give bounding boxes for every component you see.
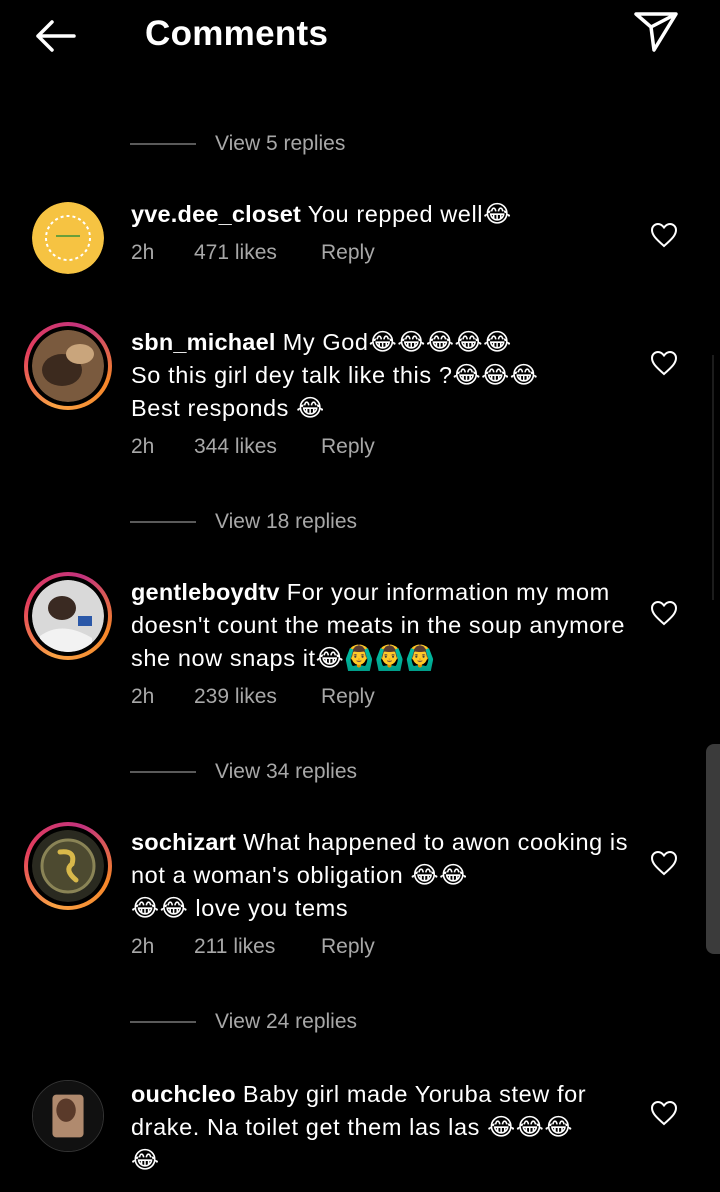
divider — [130, 771, 196, 773]
view-replies-button[interactable]: View 18 replies — [130, 506, 357, 538]
username[interactable]: yve.dee_closet — [131, 201, 301, 227]
divider — [130, 143, 196, 145]
view-replies-button[interactable]: View 34 replies — [130, 756, 357, 788]
comment-text: yve.dee_closet You repped well😂 — [131, 201, 512, 228]
reply-button[interactable]: Reply — [321, 685, 375, 709]
username[interactable]: gentleboydtv — [131, 579, 280, 605]
username[interactable]: sbn_michael — [131, 329, 276, 355]
comment-text: sochizart What happened to awon cooking … — [131, 829, 629, 922]
emoji: 😂😂😂😂😂 — [368, 329, 512, 356]
timestamp: 2h — [131, 685, 155, 708]
username[interactable]: sochizart — [131, 829, 236, 855]
divider — [130, 1021, 196, 1023]
divider — [130, 521, 196, 523]
avatar[interactable] — [32, 202, 104, 274]
likes-count[interactable]: 344 likes — [194, 435, 321, 459]
top-bar: Comments — [0, 0, 720, 80]
view-replies-button[interactable]: View 24 replies — [130, 1006, 357, 1038]
username[interactable]: ouchcleo — [131, 1081, 236, 1107]
timestamp: 2h — [131, 241, 155, 264]
reply-button[interactable]: Reply — [321, 435, 375, 459]
scrollbar-thumb[interactable] — [706, 744, 720, 954]
reply-button[interactable]: Reply — [321, 935, 375, 959]
heart-icon[interactable] — [650, 600, 678, 626]
likes-count[interactable]: 471 likes — [194, 241, 321, 265]
timestamp: 2h — [131, 435, 155, 458]
page-title: Comments — [145, 14, 329, 53]
emoji: 😂😂 — [131, 895, 189, 922]
avatar-image — [32, 830, 104, 902]
paper-plane-icon — [634, 12, 678, 52]
likes-count[interactable]: 211 likes — [194, 935, 321, 959]
avatar-image — [32, 330, 104, 402]
avatar-image — [32, 202, 104, 274]
emoji: 😂 — [296, 395, 325, 422]
share-button[interactable] — [632, 10, 680, 54]
heart-icon[interactable] — [650, 850, 678, 876]
arrow-left-icon — [36, 20, 76, 52]
comment-text: ouchcleo Baby girl made Yoruba stew for … — [131, 1081, 587, 1174]
likes-count[interactable]: 239 likes — [194, 685, 321, 709]
avatar[interactable] — [24, 322, 112, 410]
avatar-image — [32, 580, 104, 652]
heart-icon[interactable] — [650, 350, 678, 376]
emoji: 😂😂😂 — [487, 1114, 574, 1141]
comment-meta: 2h 344 likes Reply — [131, 435, 631, 459]
comment-meta: 2h 211 likes Reply — [131, 935, 631, 959]
emoji: 😂 — [483, 201, 512, 228]
comment-meta: 2h 471 likes Reply — [131, 241, 631, 265]
timestamp: 2h — [131, 935, 155, 958]
back-button[interactable] — [28, 14, 84, 58]
avatar-image — [33, 1081, 103, 1151]
emoji: 😂 — [131, 1147, 160, 1174]
avatar[interactable] — [32, 1080, 104, 1152]
emoji: 😂😂 — [410, 862, 468, 889]
avatar[interactable] — [24, 572, 112, 660]
view-replies-button[interactable]: View 5 replies — [130, 128, 345, 160]
heart-icon[interactable] — [650, 1100, 678, 1126]
scroll-track — [712, 355, 714, 600]
comment-text: sbn_michael My God😂😂😂😂😂 So this girl dey… — [131, 329, 539, 422]
comment-meta: 2h 239 likes Reply — [131, 685, 631, 709]
heart-icon[interactable] — [650, 222, 678, 248]
comment-text: gentleboydtv For your information my mom… — [131, 579, 626, 672]
emoji: 😂🙆‍♂️🙆‍♂️🙆‍♂️ — [315, 645, 436, 672]
reply-button[interactable]: Reply — [321, 241, 375, 265]
emoji: 😂😂😂 — [452, 362, 539, 389]
avatar[interactable] — [24, 822, 112, 910]
